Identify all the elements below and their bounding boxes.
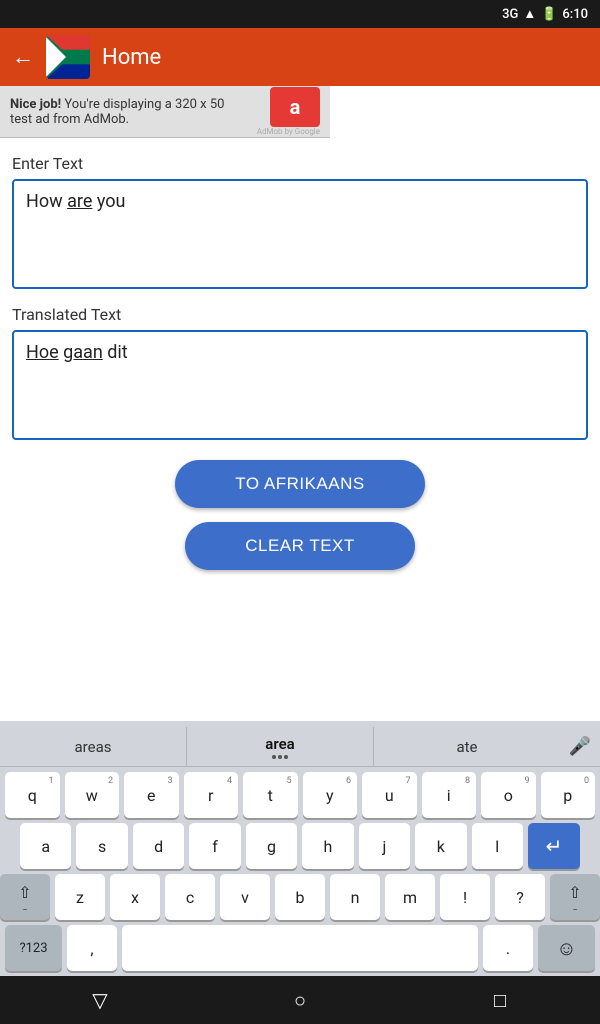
key-i[interactable]: 8i [422,772,477,818]
key-d[interactable]: d [133,823,184,869]
suggestions-row: areas area ate 🎤 [0,727,600,767]
key-g[interactable]: g [246,823,297,869]
nav-recent-button[interactable]: □ [475,988,525,1013]
key-c[interactable]: c [165,874,215,920]
key-k[interactable]: k [415,823,466,869]
suggestion-areas[interactable]: areas [0,727,186,766]
nav-home-button[interactable]: ○ [275,988,325,1013]
key-q[interactable]: 1q [5,772,60,818]
ad-powered-by: AdMob by Google [257,127,320,136]
translated-text-content: Hoe gaan dit [26,342,574,422]
battery-icon: 🔋 [541,7,557,22]
translate-button[interactable]: TO AFRIKAANS [175,460,424,508]
enter-text-box[interactable]: How are you [12,179,588,289]
status-bar: 3G ▲ 🔋 6:10 [0,0,600,28]
key-t[interactable]: 5t [243,772,298,818]
keyboard-bottom-row: ?123 , . ☺ [5,925,595,971]
period-key[interactable]: . [483,925,533,971]
keyboard-row-2: a s d f g h j k l ↵ [20,823,580,869]
ad-text: Nice job! You're displaying a 320 x 50 t… [10,97,247,127]
keyboard-row-3: ⇧_ z x c v b n m ! ? ⇧_ [5,874,595,920]
key-m[interactable]: m [385,874,435,920]
ad-logo: a [270,87,320,127]
symbol-key[interactable]: ?123 [5,925,62,971]
main-content: Enter Text How are you Translated Text H… [0,138,600,721]
shift-left-key[interactable]: ⇧_ [0,874,50,920]
ad-banner: Nice job! You're displaying a 320 x 50 t… [0,86,330,138]
time-display: 6:10 [562,7,588,22]
wifi-icon: ▲ [523,6,536,22]
flag-icon [46,35,90,79]
key-o[interactable]: 9o [481,772,536,818]
space-key[interactable] [122,925,478,971]
key-b[interactable]: b [275,874,325,920]
clear-text-button[interactable]: CLEAR TEXT [185,522,415,570]
suggestion-ate[interactable]: ate [374,727,560,766]
key-y[interactable]: 6y [303,772,358,818]
signal-icon: 3G [502,7,518,22]
enter-text-content[interactable]: How are you [26,191,574,271]
enter-text-label: Enter Text [12,154,588,173]
buttons-row: TO AFRIKAANS CLEAR TEXT [12,460,588,570]
translated-text-label: Translated Text [12,305,588,324]
enter-key[interactable]: ↵ [528,823,580,869]
key-f[interactable]: f [189,823,240,869]
nav-bar: ▽ ○ □ [0,976,600,1024]
emoji-key[interactable]: ☺ [538,925,595,971]
top-bar: ← Home [0,28,600,86]
app-title: Home [102,45,161,70]
key-h[interactable]: h [302,823,353,869]
key-a[interactable]: a [20,823,71,869]
key-z[interactable]: z [55,874,105,920]
suggestion-area[interactable]: area [186,727,374,766]
key-question[interactable]: ? [495,874,545,920]
microphone-icon[interactable]: 🎤 [560,736,600,757]
key-p[interactable]: 0p [541,772,596,818]
key-s[interactable]: s [76,823,127,869]
key-v[interactable]: v [220,874,270,920]
back-button[interactable]: ← [12,44,34,70]
key-w[interactable]: 2w [65,772,120,818]
key-l[interactable]: l [472,823,523,869]
shift-right-key[interactable]: ⇧_ [550,874,600,920]
key-u[interactable]: 7u [362,772,417,818]
translated-text-box: Hoe gaan dit [12,330,588,440]
keyboard: areas area ate 🎤 1q 2w 3e 4r 5t 6y 7u 8i… [0,721,600,976]
key-n[interactable]: n [330,874,380,920]
key-exclaim[interactable]: ! [440,874,490,920]
key-e[interactable]: 3e [124,772,179,818]
keyboard-row-1: 1q 2w 3e 4r 5t 6y 7u 8i 9o 0p [5,772,595,818]
comma-key[interactable]: , [67,925,117,971]
key-x[interactable]: x [110,874,160,920]
nav-back-button[interactable]: ▽ [75,988,125,1012]
key-j[interactable]: j [359,823,410,869]
key-r[interactable]: 4r [184,772,239,818]
